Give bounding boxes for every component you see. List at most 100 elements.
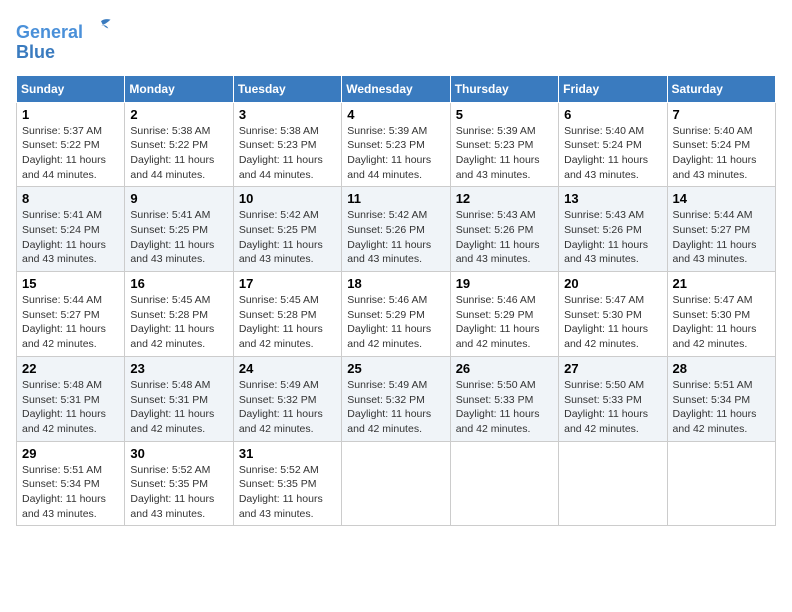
day-number: 12 bbox=[456, 191, 553, 206]
day-number: 19 bbox=[456, 276, 553, 291]
day-number: 30 bbox=[130, 446, 227, 461]
day-number: 6 bbox=[564, 107, 661, 122]
calendar-cell bbox=[342, 441, 450, 526]
day-info: Sunrise: 5:45 AM Sunset: 5:28 PM Dayligh… bbox=[239, 293, 336, 352]
calendar-cell: 14 Sunrise: 5:44 AM Sunset: 5:27 PM Dayl… bbox=[667, 187, 775, 272]
calendar-cell: 11 Sunrise: 5:42 AM Sunset: 5:26 PM Dayl… bbox=[342, 187, 450, 272]
day-number: 26 bbox=[456, 361, 553, 376]
calendar-cell: 8 Sunrise: 5:41 AM Sunset: 5:24 PM Dayli… bbox=[17, 187, 125, 272]
day-number: 17 bbox=[239, 276, 336, 291]
calendar-cell: 19 Sunrise: 5:46 AM Sunset: 5:29 PM Dayl… bbox=[450, 272, 558, 357]
header-monday: Monday bbox=[125, 75, 233, 102]
day-number: 9 bbox=[130, 191, 227, 206]
day-number: 20 bbox=[564, 276, 661, 291]
day-info: Sunrise: 5:43 AM Sunset: 5:26 PM Dayligh… bbox=[564, 208, 661, 267]
calendar-cell: 16 Sunrise: 5:45 AM Sunset: 5:28 PM Dayl… bbox=[125, 272, 233, 357]
calendar-cell: 23 Sunrise: 5:48 AM Sunset: 5:31 PM Dayl… bbox=[125, 356, 233, 441]
calendar-cell: 25 Sunrise: 5:49 AM Sunset: 5:32 PM Dayl… bbox=[342, 356, 450, 441]
day-info: Sunrise: 5:48 AM Sunset: 5:31 PM Dayligh… bbox=[130, 378, 227, 437]
calendar-week-row: 8 Sunrise: 5:41 AM Sunset: 5:24 PM Dayli… bbox=[17, 187, 776, 272]
day-info: Sunrise: 5:51 AM Sunset: 5:34 PM Dayligh… bbox=[673, 378, 770, 437]
day-number: 5 bbox=[456, 107, 553, 122]
day-info: Sunrise: 5:38 AM Sunset: 5:23 PM Dayligh… bbox=[239, 124, 336, 183]
day-info: Sunrise: 5:39 AM Sunset: 5:23 PM Dayligh… bbox=[456, 124, 553, 183]
header-saturday: Saturday bbox=[667, 75, 775, 102]
calendar-cell: 15 Sunrise: 5:44 AM Sunset: 5:27 PM Dayl… bbox=[17, 272, 125, 357]
day-info: Sunrise: 5:41 AM Sunset: 5:24 PM Dayligh… bbox=[22, 208, 119, 267]
header-friday: Friday bbox=[559, 75, 667, 102]
calendar-cell: 22 Sunrise: 5:48 AM Sunset: 5:31 PM Dayl… bbox=[17, 356, 125, 441]
day-info: Sunrise: 5:37 AM Sunset: 5:22 PM Dayligh… bbox=[22, 124, 119, 183]
day-info: Sunrise: 5:50 AM Sunset: 5:33 PM Dayligh… bbox=[456, 378, 553, 437]
day-number: 24 bbox=[239, 361, 336, 376]
day-info: Sunrise: 5:50 AM Sunset: 5:33 PM Dayligh… bbox=[564, 378, 661, 437]
day-number: 3 bbox=[239, 107, 336, 122]
calendar-cell: 5 Sunrise: 5:39 AM Sunset: 5:23 PM Dayli… bbox=[450, 102, 558, 187]
day-info: Sunrise: 5:48 AM Sunset: 5:31 PM Dayligh… bbox=[22, 378, 119, 437]
day-info: Sunrise: 5:44 AM Sunset: 5:27 PM Dayligh… bbox=[673, 208, 770, 267]
calendar-cell: 27 Sunrise: 5:50 AM Sunset: 5:33 PM Dayl… bbox=[559, 356, 667, 441]
day-info: Sunrise: 5:41 AM Sunset: 5:25 PM Dayligh… bbox=[130, 208, 227, 267]
day-number: 8 bbox=[22, 191, 119, 206]
calendar-cell: 4 Sunrise: 5:39 AM Sunset: 5:23 PM Dayli… bbox=[342, 102, 450, 187]
day-info: Sunrise: 5:51 AM Sunset: 5:34 PM Dayligh… bbox=[22, 463, 119, 522]
calendar-cell: 1 Sunrise: 5:37 AM Sunset: 5:22 PM Dayli… bbox=[17, 102, 125, 187]
day-info: Sunrise: 5:42 AM Sunset: 5:26 PM Dayligh… bbox=[347, 208, 444, 267]
day-number: 25 bbox=[347, 361, 444, 376]
logo-line1: General bbox=[16, 16, 112, 43]
day-info: Sunrise: 5:45 AM Sunset: 5:28 PM Dayligh… bbox=[130, 293, 227, 352]
calendar-cell: 10 Sunrise: 5:42 AM Sunset: 5:25 PM Dayl… bbox=[233, 187, 341, 272]
day-number: 16 bbox=[130, 276, 227, 291]
calendar-cell: 24 Sunrise: 5:49 AM Sunset: 5:32 PM Dayl… bbox=[233, 356, 341, 441]
calendar-cell: 28 Sunrise: 5:51 AM Sunset: 5:34 PM Dayl… bbox=[667, 356, 775, 441]
day-number: 28 bbox=[673, 361, 770, 376]
header-sunday: Sunday bbox=[17, 75, 125, 102]
calendar-cell: 3 Sunrise: 5:38 AM Sunset: 5:23 PM Dayli… bbox=[233, 102, 341, 187]
day-info: Sunrise: 5:42 AM Sunset: 5:25 PM Dayligh… bbox=[239, 208, 336, 267]
day-info: Sunrise: 5:38 AM Sunset: 5:22 PM Dayligh… bbox=[130, 124, 227, 183]
header-tuesday: Tuesday bbox=[233, 75, 341, 102]
day-info: Sunrise: 5:52 AM Sunset: 5:35 PM Dayligh… bbox=[239, 463, 336, 522]
day-info: Sunrise: 5:49 AM Sunset: 5:32 PM Dayligh… bbox=[239, 378, 336, 437]
calendar-cell: 31 Sunrise: 5:52 AM Sunset: 5:35 PM Dayl… bbox=[233, 441, 341, 526]
calendar-cell bbox=[667, 441, 775, 526]
logo-line2: Blue bbox=[16, 43, 112, 63]
day-number: 1 bbox=[22, 107, 119, 122]
day-info: Sunrise: 5:47 AM Sunset: 5:30 PM Dayligh… bbox=[564, 293, 661, 352]
calendar-cell: 13 Sunrise: 5:43 AM Sunset: 5:26 PM Dayl… bbox=[559, 187, 667, 272]
calendar-cell: 17 Sunrise: 5:45 AM Sunset: 5:28 PM Dayl… bbox=[233, 272, 341, 357]
day-number: 31 bbox=[239, 446, 336, 461]
calendar-cell: 21 Sunrise: 5:47 AM Sunset: 5:30 PM Dayl… bbox=[667, 272, 775, 357]
day-number: 14 bbox=[673, 191, 770, 206]
day-number: 7 bbox=[673, 107, 770, 122]
calendar-cell: 6 Sunrise: 5:40 AM Sunset: 5:24 PM Dayli… bbox=[559, 102, 667, 187]
day-info: Sunrise: 5:46 AM Sunset: 5:29 PM Dayligh… bbox=[456, 293, 553, 352]
day-info: Sunrise: 5:46 AM Sunset: 5:29 PM Dayligh… bbox=[347, 293, 444, 352]
day-number: 22 bbox=[22, 361, 119, 376]
day-number: 13 bbox=[564, 191, 661, 206]
calendar-cell: 30 Sunrise: 5:52 AM Sunset: 5:35 PM Dayl… bbox=[125, 441, 233, 526]
header-wednesday: Wednesday bbox=[342, 75, 450, 102]
calendar-header-row: SundayMondayTuesdayWednesdayThursdayFrid… bbox=[17, 75, 776, 102]
calendar-cell: 12 Sunrise: 5:43 AM Sunset: 5:26 PM Dayl… bbox=[450, 187, 558, 272]
day-number: 11 bbox=[347, 191, 444, 206]
day-info: Sunrise: 5:49 AM Sunset: 5:32 PM Dayligh… bbox=[347, 378, 444, 437]
calendar-week-row: 15 Sunrise: 5:44 AM Sunset: 5:27 PM Dayl… bbox=[17, 272, 776, 357]
day-number: 18 bbox=[347, 276, 444, 291]
calendar-cell: 2 Sunrise: 5:38 AM Sunset: 5:22 PM Dayli… bbox=[125, 102, 233, 187]
calendar-cell: 18 Sunrise: 5:46 AM Sunset: 5:29 PM Dayl… bbox=[342, 272, 450, 357]
day-info: Sunrise: 5:40 AM Sunset: 5:24 PM Dayligh… bbox=[673, 124, 770, 183]
calendar-cell: 29 Sunrise: 5:51 AM Sunset: 5:34 PM Dayl… bbox=[17, 441, 125, 526]
day-number: 23 bbox=[130, 361, 227, 376]
header-thursday: Thursday bbox=[450, 75, 558, 102]
calendar-week-row: 22 Sunrise: 5:48 AM Sunset: 5:31 PM Dayl… bbox=[17, 356, 776, 441]
day-number: 4 bbox=[347, 107, 444, 122]
day-info: Sunrise: 5:43 AM Sunset: 5:26 PM Dayligh… bbox=[456, 208, 553, 267]
calendar-week-row: 29 Sunrise: 5:51 AM Sunset: 5:34 PM Dayl… bbox=[17, 441, 776, 526]
day-number: 27 bbox=[564, 361, 661, 376]
calendar-cell: 26 Sunrise: 5:50 AM Sunset: 5:33 PM Dayl… bbox=[450, 356, 558, 441]
day-info: Sunrise: 5:39 AM Sunset: 5:23 PM Dayligh… bbox=[347, 124, 444, 183]
day-number: 15 bbox=[22, 276, 119, 291]
calendar-table: SundayMondayTuesdayWednesdayThursdayFrid… bbox=[16, 75, 776, 527]
calendar-cell bbox=[450, 441, 558, 526]
